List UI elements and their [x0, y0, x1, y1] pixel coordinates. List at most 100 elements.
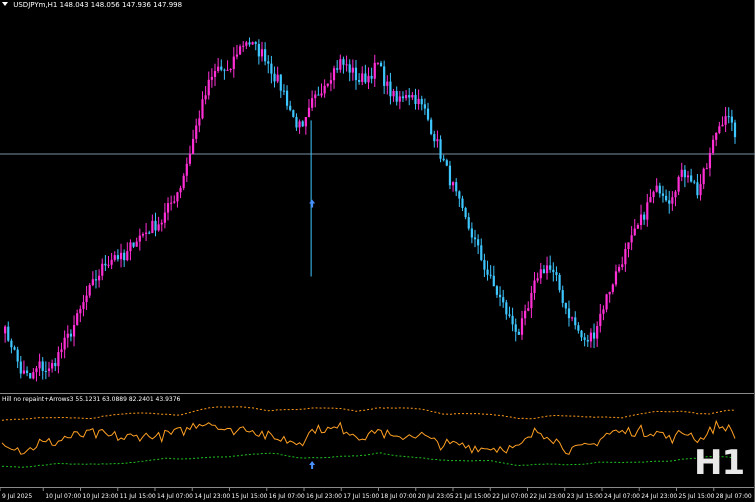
candle: [54, 358, 57, 372]
candle: [517, 328, 520, 336]
candle: [270, 55, 273, 84]
candle: [520, 310, 524, 340]
candle: [480, 238, 483, 262]
candle: [383, 60, 386, 95]
candle: [229, 68, 232, 73]
chevron-down-icon[interactable]: [2, 2, 8, 6]
candle: [57, 346, 60, 374]
candle: [539, 263, 542, 284]
candle: [232, 47, 235, 78]
candle: [420, 95, 423, 111]
osc-upper-band: [1, 406, 736, 421]
candle: [41, 357, 44, 380]
candle: [724, 107, 727, 132]
candle: [88, 283, 91, 298]
signal-arrows: [309, 120, 316, 469]
candle: [201, 91, 204, 120]
x-tick-label: 22 Jul 07:00: [492, 493, 528, 500]
candle: [652, 190, 655, 204]
candle: [649, 189, 652, 203]
candle: [392, 88, 395, 102]
candle: [486, 260, 489, 281]
candle: [448, 160, 452, 190]
candle: [166, 197, 170, 221]
candle: [511, 307, 514, 332]
candle: [148, 230, 151, 235]
candle: [317, 86, 320, 96]
timeframe-badge: H1: [694, 443, 745, 483]
candle: [320, 83, 323, 98]
candle: [354, 60, 358, 90]
candle: [599, 303, 602, 333]
candle: [16, 346, 19, 369]
candle: [82, 294, 85, 317]
candle: [107, 256, 110, 269]
candle: [505, 299, 508, 320]
candle: [571, 316, 574, 322]
candle: [10, 338, 13, 354]
candle: [680, 162, 683, 182]
candle: [311, 90, 314, 111]
candle: [627, 242, 630, 258]
x-tick-label: 21 Jul 15:00: [455, 493, 491, 500]
candle: [185, 157, 188, 183]
chart-canvas[interactable]: 9 Jul 2025 10 Jul 07:00 10 Jul 23:00 11 Jul…: [0, 0, 755, 502]
candle: [345, 55, 348, 72]
candle: [708, 147, 712, 177]
candle: [658, 182, 661, 198]
indicator-label: Hill no repaint+Arrows3 55.1231 63.0889 …: [2, 396, 181, 403]
candle: [655, 178, 658, 193]
candle: [545, 256, 549, 280]
candle: [60, 342, 63, 359]
candle: [671, 191, 674, 211]
up-arrow-icon: [309, 199, 316, 208]
candle: [276, 66, 279, 84]
candle: [170, 195, 173, 211]
candle: [442, 154, 445, 162]
x-tick-label: 25 Jul 15:00: [679, 493, 715, 500]
candle: [332, 65, 336, 89]
x-tick-label: 15 Jul 15:00: [232, 493, 268, 500]
candle: [558, 272, 561, 293]
candle: [119, 243, 123, 268]
candle: [304, 116, 307, 135]
candle: [251, 41, 254, 45]
candle: [154, 212, 157, 237]
candle: [583, 333, 586, 347]
candle: [495, 285, 499, 298]
candle: [639, 204, 643, 230]
candle: [292, 109, 295, 118]
candle: [580, 329, 583, 342]
candle: [323, 79, 326, 98]
candle: [699, 174, 702, 201]
candle: [464, 206, 467, 220]
candle: [85, 285, 88, 310]
candle: [677, 175, 680, 196]
x-tick-label: 22 Jul 23:00: [530, 493, 566, 500]
candle: [126, 242, 129, 262]
candle: [514, 318, 517, 342]
x-tick-label: 23 Jul 15:00: [567, 493, 603, 500]
candle: [711, 135, 715, 156]
candle: [179, 185, 182, 199]
candle: [248, 37, 251, 47]
candle: [430, 117, 433, 136]
candle: [63, 330, 66, 359]
candle: [643, 211, 646, 225]
candle: [404, 90, 408, 101]
candle: [386, 75, 389, 95]
candle: [455, 178, 458, 196]
candle: [176, 191, 179, 208]
candle: [608, 291, 611, 303]
candle: [22, 360, 26, 375]
candle: [295, 113, 298, 131]
candle: [433, 130, 436, 148]
candle: [733, 119, 737, 144]
candle: [144, 223, 148, 242]
candle: [235, 44, 239, 60]
candle: [376, 62, 379, 66]
candle: [195, 118, 198, 143]
candle: [358, 73, 361, 85]
candle: [223, 68, 226, 80]
candle: [621, 256, 624, 271]
